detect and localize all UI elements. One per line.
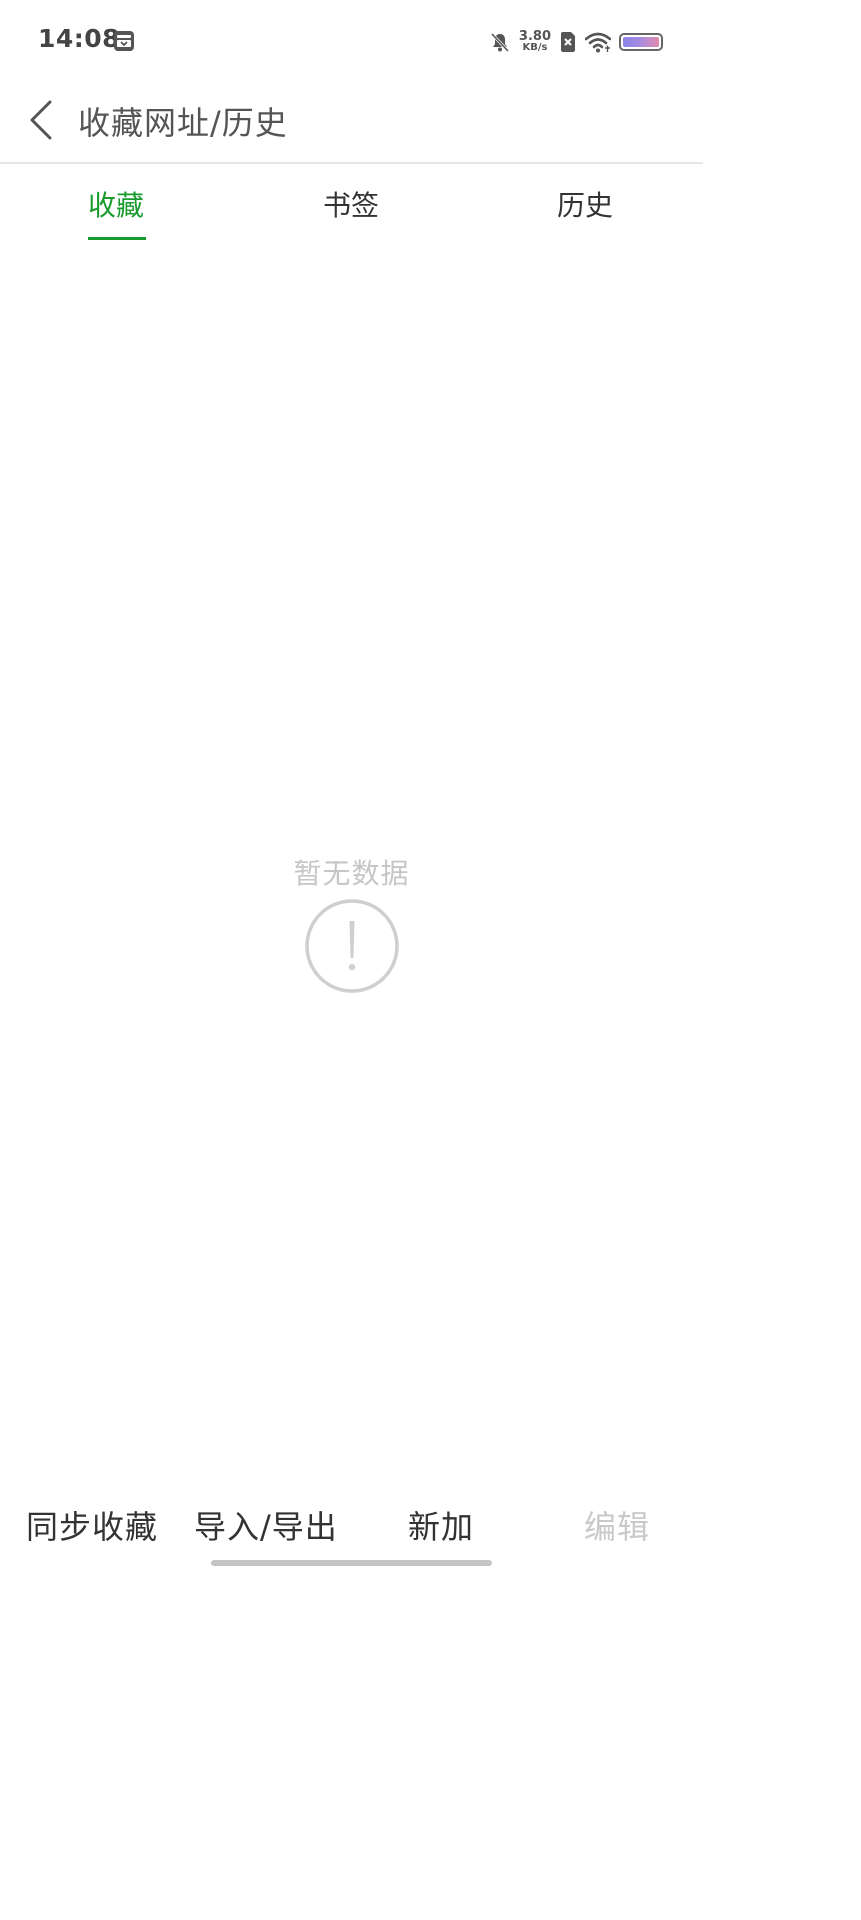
sync-favorites-button[interactable]: 同步收藏 bbox=[26, 1502, 158, 1548]
app-header: 收藏网址/历史 bbox=[0, 82, 703, 164]
chevron-left-icon bbox=[30, 100, 52, 140]
wifi-icon bbox=[585, 32, 611, 53]
empty-state: 暂无数据 bbox=[0, 852, 703, 994]
network-speed-unit: KB/s bbox=[522, 42, 548, 53]
status-indicators: 3.80 KB/s bbox=[489, 26, 663, 58]
battery-icon bbox=[619, 33, 663, 51]
edit-button[interactable]: 编辑 bbox=[584, 1502, 650, 1548]
tab-bar: 收藏 书签 历史 bbox=[0, 164, 703, 244]
back-button[interactable] bbox=[22, 96, 62, 144]
network-speed-value: 3.80 bbox=[518, 29, 551, 44]
exclamation-circle-icon bbox=[304, 899, 399, 993]
tab-favorites[interactable]: 收藏 bbox=[88, 184, 144, 224]
sim-disabled-icon bbox=[561, 32, 575, 52]
import-export-button[interactable]: 导入/导出 bbox=[194, 1502, 338, 1548]
empty-message: 暂无数据 bbox=[293, 857, 410, 890]
active-tab-indicator bbox=[88, 237, 146, 240]
network-speed: 3.80 KB/s bbox=[518, 29, 551, 53]
add-button[interactable]: 新加 bbox=[408, 1502, 474, 1548]
battery-level bbox=[623, 37, 659, 47]
app-notification-icon bbox=[114, 31, 134, 51]
home-indicator[interactable] bbox=[211, 1560, 492, 1566]
bell-muted-icon bbox=[490, 32, 510, 53]
status-time: 14:08 bbox=[38, 24, 121, 53]
tab-bookmarks[interactable]: 书签 bbox=[323, 184, 379, 224]
page-title: 收藏网址/历史 bbox=[78, 104, 288, 142]
bottom-toolbar: 同步收藏 导入/导出 新加 编辑 bbox=[0, 1498, 703, 1550]
tab-history[interactable]: 历史 bbox=[557, 184, 613, 224]
status-bar: 14:08 3.80 KB/s bbox=[0, 0, 703, 82]
